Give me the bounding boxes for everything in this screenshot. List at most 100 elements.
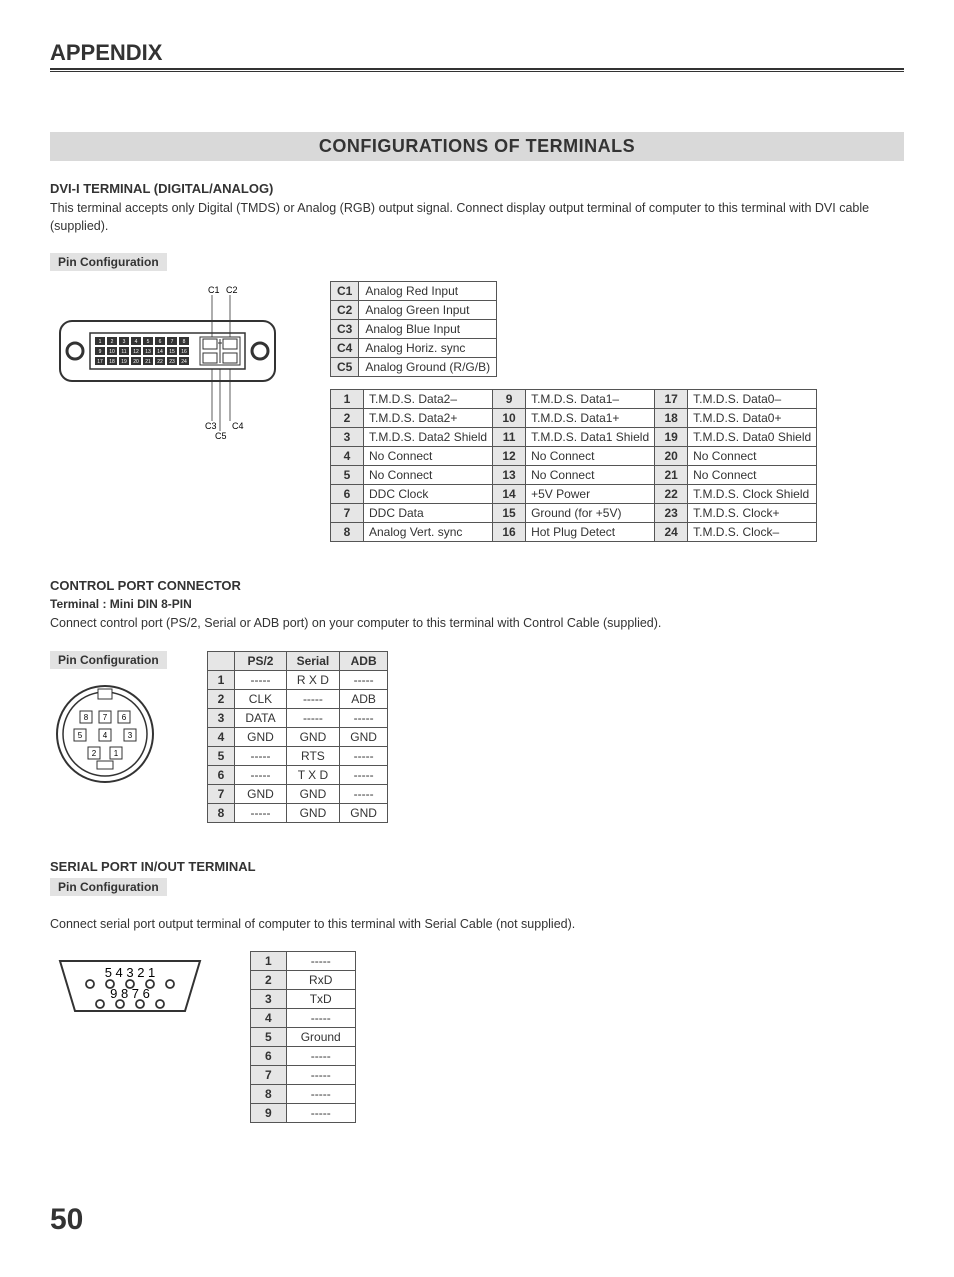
header-rule-thick bbox=[50, 68, 904, 70]
pin-num: 18 bbox=[655, 409, 688, 428]
pin-val: T.M.D.S. Data0 Shield bbox=[688, 428, 817, 447]
svg-text:23: 23 bbox=[169, 359, 175, 365]
ctrl-cell: GND bbox=[286, 727, 340, 746]
svg-text:20: 20 bbox=[133, 359, 139, 365]
pin-val: T.M.D.S. Data2– bbox=[364, 390, 493, 409]
pin-val: No Connect bbox=[526, 447, 655, 466]
section-title: CONFIGURATIONS OF TERMINALS bbox=[50, 132, 904, 161]
svg-text:6: 6 bbox=[159, 339, 162, 345]
pin-num: 24 bbox=[655, 523, 688, 542]
pin-num: 4 bbox=[331, 447, 364, 466]
serial-title: SERIAL PORT IN/OUT TERMINAL bbox=[50, 859, 904, 874]
serial-cell: 9 bbox=[251, 1104, 287, 1123]
c-pin-num: C4 bbox=[331, 339, 359, 358]
svg-text:21: 21 bbox=[145, 359, 151, 365]
c-pin-val: Analog Horiz. sync bbox=[359, 339, 497, 358]
pin-num: 9 bbox=[493, 390, 526, 409]
pin-row-2: 9 10 11 12 13 14 15 16 bbox=[95, 347, 189, 355]
label-c4: C4 bbox=[232, 421, 244, 431]
serial-table: 1-----2RxD3TxD4-----5Ground6-----7-----8… bbox=[250, 951, 356, 1123]
pin-num: 2 bbox=[331, 409, 364, 428]
c-pin-num: C2 bbox=[331, 301, 359, 320]
ctrl-cell: T X D bbox=[286, 765, 340, 784]
ctrl-cell: 1 bbox=[207, 670, 235, 689]
pin-num: 8 bbox=[331, 523, 364, 542]
header-title: APPENDIX bbox=[50, 40, 904, 66]
pin-num: 15 bbox=[493, 504, 526, 523]
svg-text:19: 19 bbox=[121, 359, 127, 365]
svg-text:3: 3 bbox=[128, 731, 133, 740]
ctrl-cell: ADB bbox=[340, 689, 388, 708]
svg-text:22: 22 bbox=[157, 359, 163, 365]
svg-text:7: 7 bbox=[103, 713, 108, 722]
ctrl-cell: DATA bbox=[235, 708, 286, 727]
c-pin-num: C1 bbox=[331, 282, 359, 301]
pin-num: 13 bbox=[493, 466, 526, 485]
pin-num: 21 bbox=[655, 466, 688, 485]
ctrl-cell: ----- bbox=[235, 765, 286, 784]
svg-text:5 4 3 2 1: 5 4 3 2 1 bbox=[105, 965, 156, 980]
pin-val: Analog Vert. sync bbox=[364, 523, 493, 542]
ctrl-cell: 8 bbox=[207, 803, 235, 822]
control-sub: Terminal : Mini DIN 8-PIN bbox=[50, 597, 904, 611]
serial-cell: 3 bbox=[251, 990, 287, 1009]
svg-text:7: 7 bbox=[171, 339, 174, 345]
pin-num: 1 bbox=[331, 390, 364, 409]
dvi-diagram: C1 C2 1 2 3 4 5 6 7 bbox=[50, 281, 300, 441]
pin-num: 23 bbox=[655, 504, 688, 523]
pin-num: 16 bbox=[493, 523, 526, 542]
serial-cell: 2 bbox=[251, 971, 287, 990]
label-c3: C3 bbox=[205, 421, 217, 431]
pin-val: No Connect bbox=[688, 447, 817, 466]
page-header: APPENDIX bbox=[50, 40, 904, 72]
pin-num: 22 bbox=[655, 485, 688, 504]
serial-cell: ----- bbox=[286, 1047, 355, 1066]
pin-val: T.M.D.S. Data2 Shield bbox=[364, 428, 493, 447]
pin-val: T.M.D.S. Clock– bbox=[688, 523, 817, 542]
svg-text:2: 2 bbox=[111, 339, 114, 345]
ctrl-cell: 2 bbox=[207, 689, 235, 708]
ctrl-cell: ----- bbox=[340, 784, 388, 803]
pin-row-1: 1 2 3 4 5 6 7 8 bbox=[95, 337, 189, 345]
serial-cell: TxD bbox=[286, 990, 355, 1009]
c-pin-num: C3 bbox=[331, 320, 359, 339]
svg-text:15: 15 bbox=[169, 349, 175, 355]
pin-num: 12 bbox=[493, 447, 526, 466]
ctrl-cell: ----- bbox=[340, 746, 388, 765]
ctrl-header: Serial bbox=[286, 651, 340, 670]
svg-text:14: 14 bbox=[157, 349, 163, 355]
ctrl-cell: 4 bbox=[207, 727, 235, 746]
svg-text:16: 16 bbox=[181, 349, 187, 355]
svg-text:5: 5 bbox=[78, 731, 83, 740]
ctrl-cell: CLK bbox=[235, 689, 286, 708]
mini-din-diagram: 8 7 6 5 4 3 2 1 bbox=[50, 679, 160, 789]
pin-row-3: 17 18 19 20 21 22 23 24 bbox=[95, 357, 189, 365]
label-c2: C2 bbox=[226, 285, 238, 295]
svg-text:1: 1 bbox=[114, 749, 119, 758]
pin-val: DDC Clock bbox=[364, 485, 493, 504]
label-c5: C5 bbox=[215, 431, 227, 441]
serial-cell: ----- bbox=[286, 1104, 355, 1123]
svg-text:9: 9 bbox=[99, 349, 102, 355]
pin-val: No Connect bbox=[526, 466, 655, 485]
ctrl-cell: GND bbox=[235, 727, 286, 746]
ctrl-cell: ----- bbox=[235, 803, 286, 822]
ctrl-cell: ----- bbox=[286, 708, 340, 727]
pin-val: T.M.D.S. Data2+ bbox=[364, 409, 493, 428]
serial-cell: 4 bbox=[251, 1009, 287, 1028]
ctrl-cell: RTS bbox=[286, 746, 340, 765]
dvi-section: DVI-I TERMINAL (DIGITAL/ANALOG) This ter… bbox=[50, 181, 904, 542]
ctrl-cell: 5 bbox=[207, 746, 235, 765]
ctrl-cell: R X D bbox=[286, 670, 340, 689]
svg-text:11: 11 bbox=[121, 349, 126, 355]
serial-cell: 7 bbox=[251, 1066, 287, 1085]
pin-val: +5V Power bbox=[526, 485, 655, 504]
svg-text:4: 4 bbox=[103, 731, 108, 740]
serial-section: SERIAL PORT IN/OUT TERMINAL Pin Configur… bbox=[50, 859, 904, 1124]
pin-val: T.M.D.S. Clock Shield bbox=[688, 485, 817, 504]
c-pin-val: Analog Red Input bbox=[359, 282, 497, 301]
ctrl-cell: GND bbox=[340, 803, 388, 822]
svg-text:9 8 7 6: 9 8 7 6 bbox=[110, 986, 150, 1001]
serial-diagram: 5 4 3 2 1 9 8 7 6 bbox=[50, 951, 210, 1021]
dvi-title: DVI-I TERMINAL (DIGITAL/ANALOG) bbox=[50, 181, 904, 196]
